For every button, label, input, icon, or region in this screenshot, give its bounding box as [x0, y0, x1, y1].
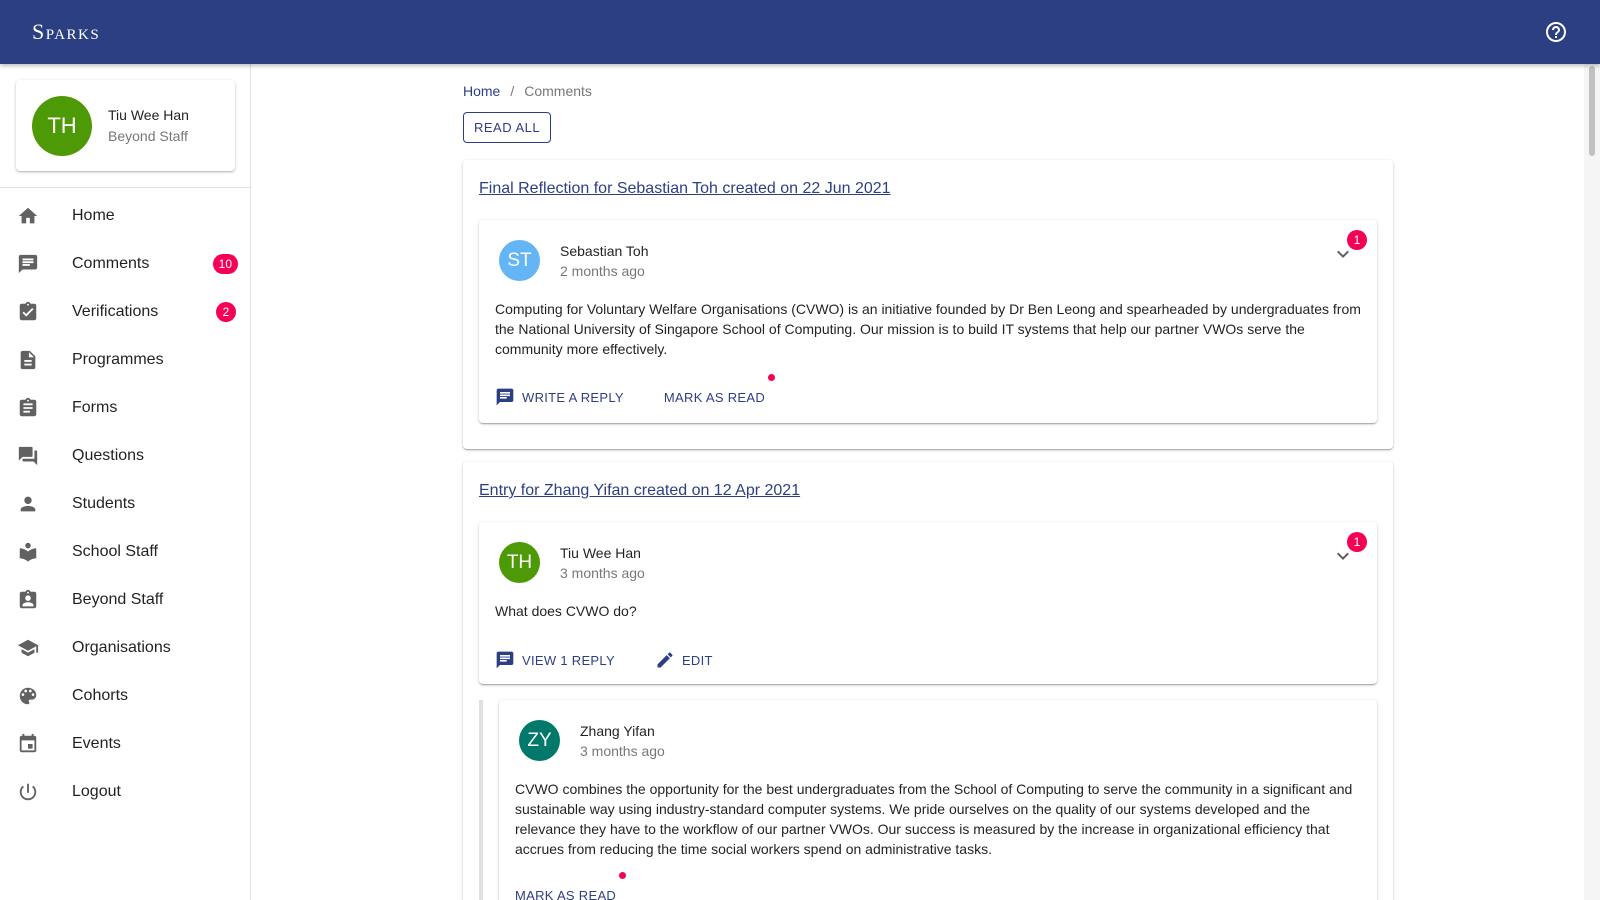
- avatar: ZY: [519, 720, 560, 761]
- sidebar-item-label: Beyond Staff: [72, 591, 164, 608]
- profile-role: Beyond Staff: [108, 127, 188, 144]
- sidebar-item-label: Cohorts: [72, 687, 129, 704]
- sidebar-item-label: Verifications: [72, 303, 159, 320]
- reply-container: ZY Zhang Yifan 3 months ago CVWO combine…: [479, 700, 1377, 900]
- reply-timestamp: 3 months ago: [580, 742, 665, 759]
- thread-title-link[interactable]: Entry for Zhang Yifan created on 12 Apr …: [479, 482, 800, 500]
- sidebar-item-label: School Staff: [72, 543, 158, 560]
- school-icon: [16, 636, 40, 660]
- reply-body: CVWO combines the opportunity for the be…: [515, 781, 1353, 857]
- comment-icon: [496, 388, 514, 406]
- sidebar: TH Tiu Wee Han Beyond Staff Home Comment…: [0, 64, 251, 900]
- read-all-button[interactable]: READ ALL: [463, 112, 552, 143]
- write-reply-button[interactable]: WRITE A REPLY: [495, 387, 624, 407]
- unread-count-badge: 1: [1347, 532, 1367, 552]
- comment-timestamp: 2 months ago: [560, 262, 645, 279]
- avatar: TH: [499, 542, 540, 583]
- comment-thread: Final Reflection for Sebastian Toh creat…: [463, 160, 1393, 449]
- comment-body: What does CVWO do?: [495, 603, 637, 619]
- home-icon: [16, 204, 40, 228]
- unread-dot: [768, 373, 776, 381]
- sidebar-item-school-staff[interactable]: School Staff: [0, 528, 250, 576]
- local-library-icon: [16, 540, 40, 564]
- scrollbar[interactable]: [1584, 64, 1600, 900]
- comments-count-badge: 10: [212, 254, 238, 274]
- avatar: TH: [32, 95, 92, 156]
- thread-title-link[interactable]: Final Reflection for Sebastian Toh creat…: [479, 180, 891, 198]
- sidebar-item-label: Forms: [72, 399, 118, 416]
- edit-icon: [657, 652, 673, 668]
- breadcrumb: Home / Comments: [463, 81, 1393, 101]
- sidebar-item-logout[interactable]: Logout: [0, 768, 250, 816]
- sidebar-item-verifications[interactable]: Verifications 2: [0, 288, 250, 336]
- scrollbar-thumb[interactable]: [1589, 66, 1595, 156]
- sidebar-item-events[interactable]: Events: [0, 720, 250, 768]
- view-replies-label: VIEW 1 REPLY: [522, 652, 615, 668]
- app-brand[interactable]: Sparks: [32, 19, 100, 45]
- person-icon: [16, 492, 40, 516]
- avatar: ST: [499, 240, 540, 281]
- sidebar-item-forms[interactable]: Forms: [0, 384, 250, 432]
- reply-card: ZY Zhang Yifan 3 months ago CVWO combine…: [499, 700, 1377, 900]
- reply-author: Zhang Yifan: [580, 722, 655, 739]
- palette-icon: [16, 684, 40, 708]
- sidebar-nav: Home Comments 10 Verifications 2 Program…: [0, 188, 250, 816]
- breadcrumb-separator: /: [510, 83, 515, 99]
- description-icon: [16, 348, 40, 372]
- mark-as-read-button[interactable]: MARK AS READ: [515, 872, 627, 900]
- main-content: Home / Comments READ ALL Final Reflectio…: [251, 64, 1600, 900]
- app-bar: Sparks: [0, 0, 1600, 64]
- breadcrumb-home-link[interactable]: Home: [463, 83, 500, 99]
- mark-as-read-button[interactable]: MARK AS READ: [663, 373, 776, 405]
- comment-body: Computing for Voluntary Welfare Organisa…: [495, 301, 1361, 357]
- sidebar-item-home[interactable]: Home: [0, 192, 250, 240]
- comment-author: Tiu Wee Han: [560, 544, 641, 561]
- mark-as-read-label: MARK AS READ: [663, 389, 766, 405]
- verifications-count-badge: 2: [216, 302, 236, 322]
- sidebar-item-beyond-staff[interactable]: Beyond Staff: [0, 576, 250, 624]
- assignment-turned-in-icon: [16, 300, 40, 324]
- forum-icon: [16, 444, 40, 468]
- comment-author: Sebastian Toh: [560, 242, 649, 259]
- sidebar-item-programmes[interactable]: Programmes: [0, 336, 250, 384]
- comment-icon: [496, 651, 514, 669]
- sidebar-item-label: Questions: [72, 447, 145, 464]
- comment-icon: [16, 252, 40, 276]
- breadcrumb-current: Comments: [524, 83, 592, 99]
- comments-page: Home / Comments READ ALL Final Reflectio…: [463, 64, 1393, 900]
- edit-button[interactable]: EDIT: [655, 650, 713, 670]
- assignment-icon: [16, 396, 40, 420]
- sidebar-item-questions[interactable]: Questions: [0, 432, 250, 480]
- comment-thread: Entry for Zhang Yifan created on 12 Apr …: [463, 462, 1393, 900]
- sidebar-item-label: Home: [72, 207, 115, 224]
- sidebar-item-label: Logout: [72, 783, 121, 800]
- sidebar-item-organisations[interactable]: Organisations: [0, 624, 250, 672]
- comment-timestamp: 3 months ago: [560, 564, 645, 581]
- unread-count-badge: 1: [1347, 230, 1367, 250]
- comment-card: TH Tiu Wee Han 3 months ago 1 What does …: [479, 522, 1377, 684]
- help-circle-icon[interactable]: [1544, 20, 1568, 44]
- sidebar-item-comments[interactable]: Comments 10: [0, 240, 250, 288]
- sidebar-item-cohorts[interactable]: Cohorts: [0, 672, 250, 720]
- edit-label: EDIT: [681, 652, 713, 668]
- sidebar-item-students[interactable]: Students: [0, 480, 250, 528]
- sidebar-item-label: Comments: [72, 255, 150, 272]
- comment-card: ST Sebastian Toh 2 months ago 1 Computin…: [479, 220, 1377, 423]
- assignment-ind-icon: [16, 588, 40, 612]
- unread-dot: [619, 872, 627, 879]
- sidebar-item-label: Students: [72, 495, 136, 512]
- sidebar-item-label: Events: [72, 735, 121, 752]
- power-icon: [16, 780, 40, 804]
- view-replies-button[interactable]: VIEW 1 REPLY: [495, 650, 615, 670]
- sidebar-item-label: Organisations: [72, 639, 171, 656]
- write-reply-label: WRITE A REPLY: [522, 389, 624, 405]
- sidebar-item-label: Programmes: [72, 351, 164, 368]
- profile-card[interactable]: TH Tiu Wee Han Beyond Staff: [16, 80, 235, 171]
- profile-name: Tiu Wee Han: [108, 106, 189, 123]
- mark-as-read-label: MARK AS READ: [515, 888, 617, 900]
- event-icon: [16, 732, 40, 756]
